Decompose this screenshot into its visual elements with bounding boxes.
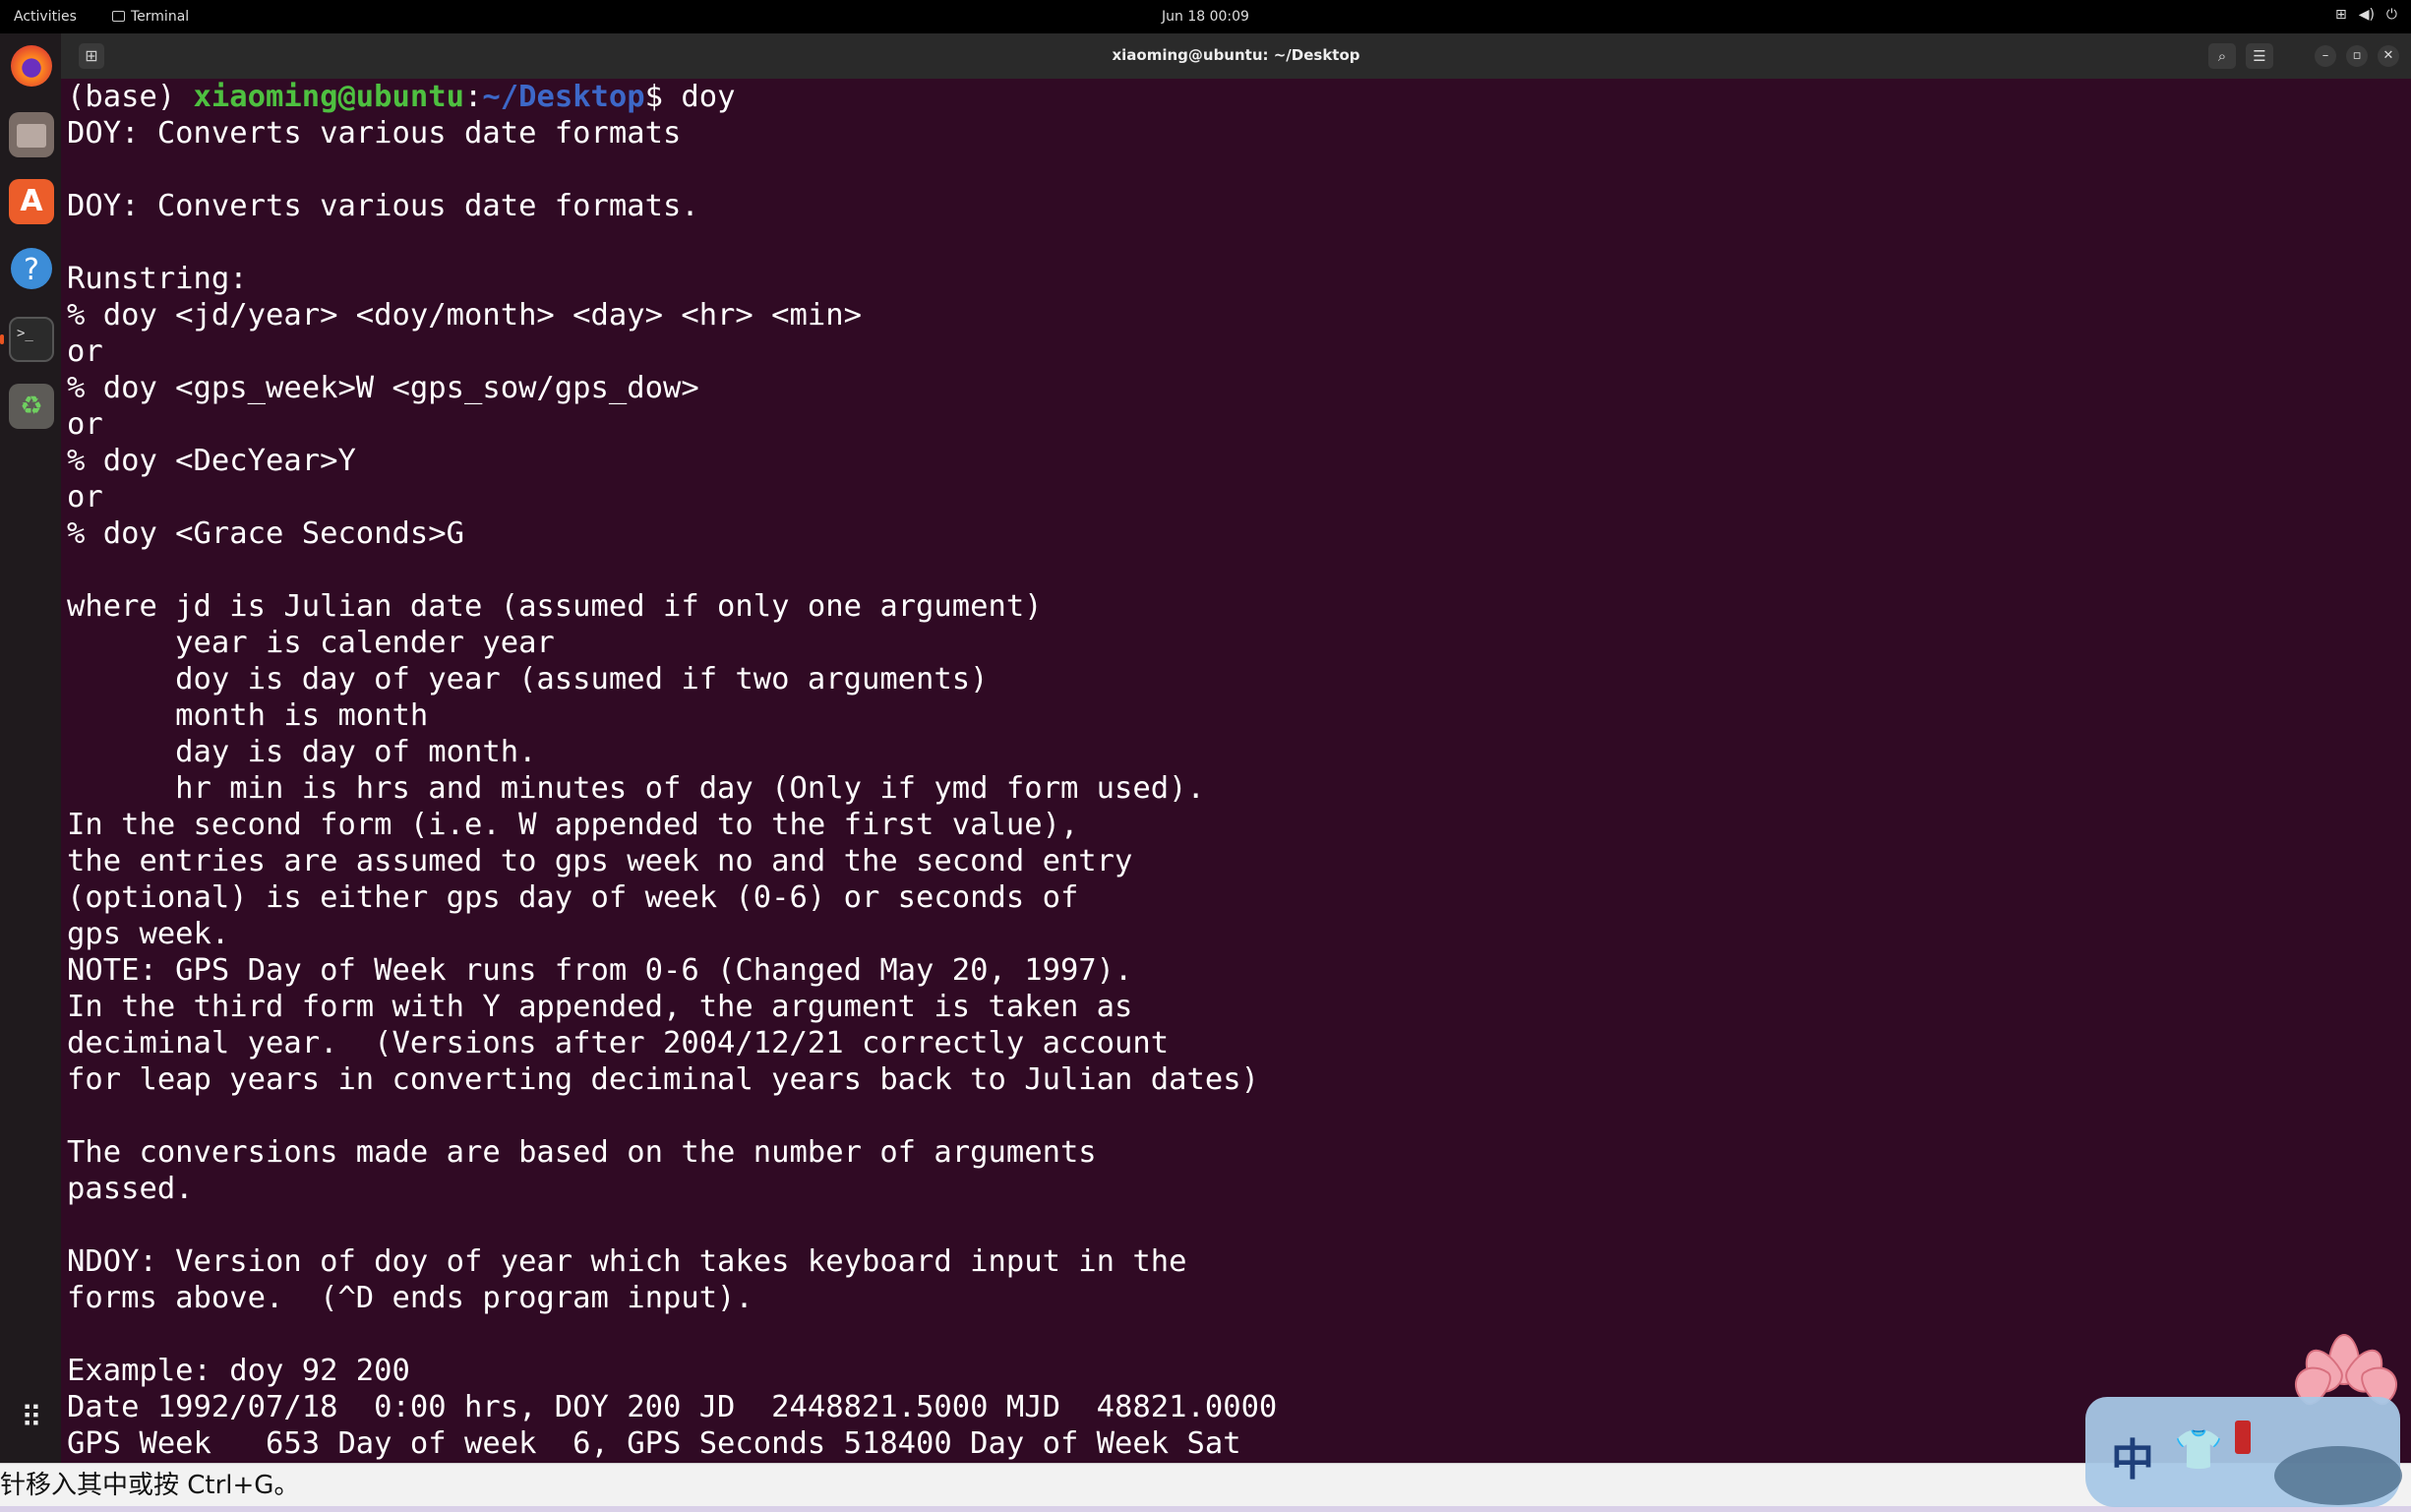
terminal-text: (base) xiaoming@ubuntu:~/Desktop$ doy DO… <box>61 79 2411 1462</box>
ime-toolbar[interactable]: 中 👕 <box>2078 1328 2411 1512</box>
volume-icon[interactable]: ◀) <box>2359 7 2375 23</box>
active-app-indicator <box>0 334 4 344</box>
files-icon[interactable] <box>9 112 54 157</box>
system-tray[interactable]: ⊞ ◀) ⏻ <box>2335 7 2397 23</box>
prompt-user-host: xiaoming@ubuntu <box>193 80 464 114</box>
leaf-decoration <box>2274 1446 2402 1505</box>
trash-icon[interactable]: ♻ <box>9 384 54 429</box>
power-icon[interactable]: ⏻ <box>2386 7 2397 23</box>
window-title: xiaoming@ubuntu: ~/Desktop <box>1112 46 1360 64</box>
minimize-icon[interactable]: – <box>2315 45 2336 67</box>
bottom-strip <box>0 1506 2411 1512</box>
app-store-icon[interactable]: A <box>9 179 54 224</box>
terminal-icon[interactable]: >_ <box>9 317 54 362</box>
search-icon[interactable]: ⌕ <box>2208 43 2236 69</box>
window-controls: ⌕ ☰ – ▫ ✕ <box>2208 43 2399 69</box>
status-hint: 针移入其中或按 Ctrl+G。 <box>0 1471 300 1500</box>
status-bar: 针移入其中或按 Ctrl+G。 <box>0 1463 2411 1507</box>
ime-mode-toggle[interactable]: 中 <box>2111 1424 2154 1487</box>
skin-icon[interactable]: 👕 <box>2174 1426 2223 1473</box>
prompt-symbol: $ <box>644 80 682 114</box>
help-icon[interactable]: ? <box>11 248 52 289</box>
network-icon[interactable]: ⊞ <box>2335 7 2347 23</box>
dock: A ? >_ ♻ ⠿ <box>0 33 61 1463</box>
maximize-icon[interactable]: ▫ <box>2346 45 2368 67</box>
terminal-output-area[interactable]: (base) xiaoming@ubuntu:~/Desktop$ doy DO… <box>61 79 2411 1463</box>
close-icon[interactable]: ✕ <box>2378 45 2399 67</box>
menu-icon[interactable]: ☰ <box>2246 43 2273 69</box>
seal-icon[interactable] <box>2235 1421 2251 1454</box>
window-titlebar[interactable]: ⊞ xiaoming@ubuntu: ~/Desktop ⌕ ☰ – ▫ ✕ <box>61 33 2411 79</box>
prompt-command: doy <box>681 80 736 114</box>
clock[interactable]: Jun 18 00:09 <box>0 9 2411 25</box>
firefox-icon[interactable] <box>11 45 52 87</box>
prompt-path: ~/Desktop <box>482 80 645 114</box>
show-apps-icon[interactable]: ⠿ <box>14 1401 49 1436</box>
prompt-separator: : <box>464 80 483 114</box>
top-bar: Activities Terminal Jun 18 00:09 ⊞ ◀) ⏻ <box>0 0 2411 33</box>
prompt-env: (base) <box>67 80 194 114</box>
command-output: DOY: Converts various date formats DOY: … <box>67 116 1278 1461</box>
